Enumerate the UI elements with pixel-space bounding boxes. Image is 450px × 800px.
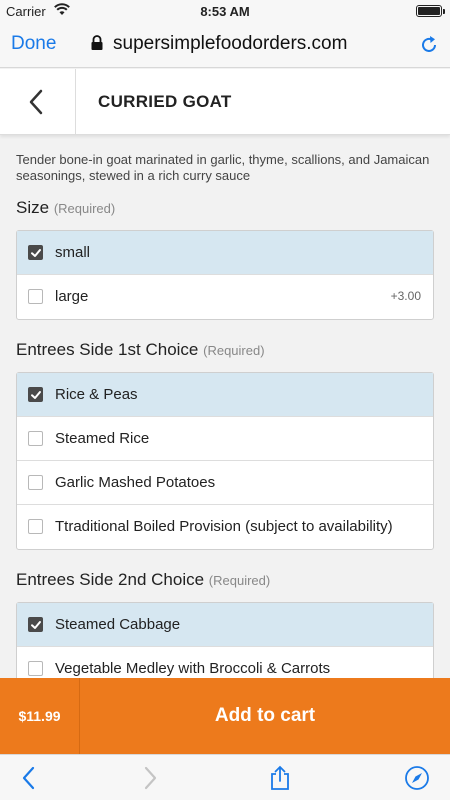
group-title: Entrees Side 2nd Choice (Required) — [16, 570, 434, 590]
battery-icon — [416, 5, 445, 17]
option-row[interactable]: Ttraditional Boiled Provision (subject t… — [17, 505, 433, 549]
group-title: Entrees Side 1st Choice (Required) — [16, 340, 434, 360]
option-row[interactable]: Rice & Peas — [17, 373, 433, 417]
option-label: Vegetable Medley with Broccoli & Carrots — [55, 660, 331, 677]
required-label: (Required) — [53, 201, 116, 216]
checkbox[interactable] — [28, 289, 43, 304]
option-list: Steamed Cabbage Vegetable Medley with Bro… — [16, 602, 434, 678]
item-header: CURRIED GOAT — [0, 69, 450, 135]
option-row[interactable]: Steamed Rice — [17, 417, 433, 461]
option-row[interactable]: Vegetable Medley with Broccoli & Carrots — [17, 647, 433, 678]
browser-bar: Done supersimplefoodorders.com — [0, 22, 450, 68]
checkbox[interactable] — [28, 245, 43, 260]
lock-icon — [91, 35, 103, 50]
back-icon[interactable] — [16, 765, 42, 791]
check-icon — [31, 621, 41, 629]
item-description: Tender bone-in goat marinated in garlic,… — [16, 152, 430, 183]
group-name: Size — [16, 198, 50, 217]
checkbox[interactable] — [28, 519, 43, 534]
option-row[interactable]: small — [17, 231, 433, 275]
browser-toolbar — [0, 754, 450, 800]
option-groups: Size (Required) small large +3.00 Entrees Si… — [16, 198, 434, 678]
cart-bar: $11.99 Add to cart — [0, 678, 450, 754]
group-title: Size (Required) — [16, 198, 434, 218]
reload-icon[interactable] — [418, 34, 440, 56]
option-row[interactable]: Steamed Cabbage — [17, 603, 433, 647]
option-group: Size (Required) small large +3.00 — [16, 198, 434, 320]
check-icon — [31, 249, 41, 257]
required-label: (Required) — [208, 573, 271, 588]
option-row[interactable]: large +3.00 — [17, 275, 433, 319]
status-bar: Carrier 8:53 AM — [0, 0, 450, 22]
checkbox[interactable] — [28, 431, 43, 446]
option-list: Rice & Peas Steamed Rice Garlic Mashed Pot… — [16, 372, 434, 550]
back-button[interactable] — [0, 69, 76, 135]
option-label: large — [55, 288, 89, 305]
option-label: Steamed Rice — [55, 430, 150, 447]
checkbox[interactable] — [28, 475, 43, 490]
item-details: Tender bone-in goat marinated in garlic,… — [0, 136, 450, 678]
check-icon — [31, 391, 41, 399]
page-title: CURRIED GOAT — [98, 92, 232, 111]
done-button[interactable]: Done — [11, 33, 56, 55]
option-group: Entrees Side 2nd Choice (Required) Steame… — [16, 570, 434, 678]
option-label: small — [55, 244, 91, 261]
checkbox[interactable] — [28, 617, 43, 632]
option-label: Garlic Mashed Potatoes — [55, 474, 216, 491]
add-to-cart-button[interactable]: Add to cart — [80, 678, 450, 754]
option-price: +3.00 — [390, 289, 421, 303]
checkbox[interactable] — [28, 661, 43, 676]
compass-icon[interactable] — [404, 765, 430, 791]
option-label: Rice & Peas — [55, 386, 138, 403]
chevron-left-icon — [29, 89, 43, 115]
url-field[interactable]: supersimplefoodorders.com — [113, 33, 347, 55]
option-row[interactable]: Garlic Mashed Potatoes — [17, 461, 433, 505]
option-label: Ttraditional Boiled Provision (subject t… — [55, 518, 393, 535]
option-group: Entrees Side 1st Choice (Required) Rice &… — [16, 340, 434, 550]
required-label: (Required) — [203, 343, 265, 358]
group-name: Entrees Side 1st Choice — [16, 340, 199, 359]
clock: 8:53 AM — [200, 4, 250, 19]
forward-icon — [144, 766, 157, 790]
checkbox[interactable] — [28, 387, 43, 402]
group-name: Entrees Side 2nd Choice — [16, 570, 205, 589]
option-list: small large +3.00 — [16, 230, 434, 320]
option-label: Steamed Cabbage — [55, 616, 181, 633]
share-icon[interactable] — [267, 765, 293, 791]
cart-total: $11.99 — [0, 678, 80, 754]
